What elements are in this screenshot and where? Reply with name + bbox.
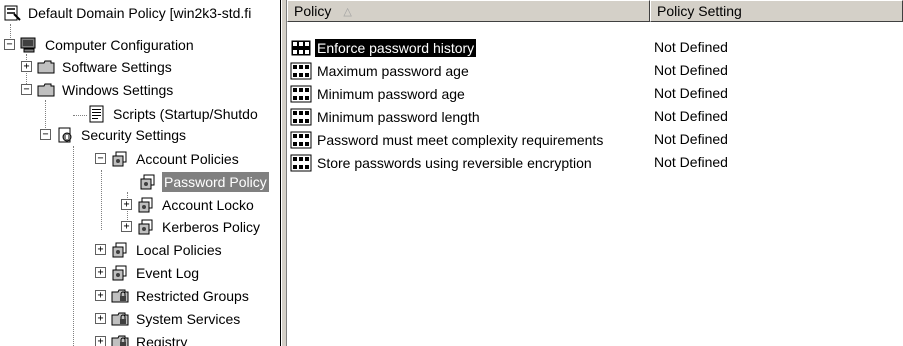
tree-item-local-policies[interactable]: + Local Policies [95,238,224,261]
list-row[interactable]: Password must meet complexity requiremen… [287,128,903,151]
sort-ascending-icon: △ [343,5,352,18]
policy-name: Maximum password age [317,62,469,79]
policy-setting-value: Not Defined [654,131,728,147]
tree-item-root[interactable]: Default Domain Policy [win2k3-std.fi [2,1,253,24]
tree-item-label: System Services [136,310,241,327]
policy-name: Password must meet complexity requiremen… [317,131,604,148]
computer-icon [20,37,36,52]
policy-setting-icon [290,62,312,79]
expand-icon[interactable]: + [95,336,106,346]
policy-setting-value: Not Defined [654,108,728,124]
lock-folder-icon [111,289,129,302]
tree-item-restricted-groups[interactable]: + Restricted Groups [95,284,251,307]
tree-item-label: Software Settings [62,58,172,75]
tree-item-label: Account Locko [162,196,254,213]
tree-item-label: Account Policies [136,150,239,167]
policy-name: Minimum password age [317,85,465,102]
lock-folder-icon [111,312,129,325]
tree-item-kerberos-policy[interactable]: + Kerberos Policy [121,215,262,238]
policy-setting-value: Not Defined [654,85,728,101]
policies-icon [138,219,153,234]
tree-item-system-services[interactable]: + System Services [95,307,242,330]
policy-root-icon [4,5,21,21]
tree-item-label: Default Domain Policy [win2k3-std.fi [28,4,252,21]
policy-setting-icon [290,154,312,171]
tree-item-label: Password Policy [162,171,269,192]
policy-setting-value: Not Defined [654,39,728,55]
tree-item-computer-configuration[interactable]: − Computer Configuration [4,33,196,56]
tree-item-windows-settings[interactable]: − Windows Settings [21,78,175,101]
column-header-label: Policy [294,3,332,19]
policy-setting-value: Not Defined [654,154,728,170]
policy-setting-icon [290,85,312,102]
tree-item-scripts[interactable]: Scripts (Startup/Shutdo [87,102,260,125]
list-row[interactable]: Minimum password age Not Defined [287,82,903,105]
collapse-icon[interactable]: − [4,39,15,50]
list-row[interactable]: Maximum password age Not Defined [287,59,903,82]
folder-icon [37,83,55,96]
tree-item-label: Restricted Groups [136,287,249,304]
policies-icon [140,174,155,189]
policies-icon [138,197,153,212]
tree-item-label: Computer Configuration [45,36,194,53]
tree-connector [73,146,74,346]
policy-setting-icon [290,131,312,148]
policy-setting-icon [290,39,312,56]
tree-item-label: Security Settings [81,126,187,143]
column-header-policy[interactable]: Policy △ [287,0,650,22]
lock-folder-icon [111,335,129,346]
expand-icon[interactable]: + [95,313,106,324]
console-tree[interactable]: Default Domain Policy [win2k3-std.fi − C… [0,0,281,346]
policies-icon [112,242,127,257]
policy-name: Store passwords using reversible encrypt… [317,154,592,171]
expand-icon[interactable]: + [121,221,132,232]
tree-item-label: Windows Settings [62,81,174,98]
tree-item-label: Scripts (Startup/Shutdo [113,105,258,122]
list-row[interactable]: Store passwords using reversible encrypt… [287,151,903,174]
policy-setting-icon [290,108,312,125]
policy-name: Enforce password history [315,38,477,57]
expand-icon[interactable]: + [121,199,132,210]
tree-item-label: Kerberos Policy [162,218,261,235]
tree-item-security-settings[interactable]: − Security Settings [40,123,188,146]
scripts-icon [89,105,104,122]
tree-item-label: Event Log [136,264,200,281]
folder-icon [37,60,55,73]
collapse-icon[interactable]: − [40,129,51,140]
tree-item-registry[interactable]: + Registry [95,330,189,346]
column-header-policy-setting[interactable]: Policy Setting [650,0,903,22]
policies-icon [112,265,127,280]
list-row[interactable]: Minimum password length Not Defined [287,105,903,128]
tree-item-event-log[interactable]: + Event Log [95,261,201,284]
policies-icon [112,151,127,166]
list-row[interactable]: Enforce password history Not Defined [287,36,903,59]
policy-list[interactable]: Policy △ Policy Setting Enforce password… [287,0,903,346]
expand-icon[interactable]: + [95,267,106,278]
policy-setting-value: Not Defined [654,62,728,78]
tree-connector [73,115,87,116]
tree-item-label: Registry [136,333,188,346]
tree-item-label: Local Policies [136,241,222,258]
collapse-icon[interactable]: − [95,153,106,164]
tree-item-account-policies[interactable]: − Account Policies [95,147,241,170]
collapse-icon[interactable]: − [21,84,32,95]
tree-item-password-policy[interactable]: Password Policy [138,170,269,193]
tree-item-account-lockout[interactable]: + Account Locko [121,193,256,216]
security-settings-icon [58,127,72,142]
column-header-label: Policy Setting [657,3,742,19]
expand-icon[interactable]: + [21,61,32,72]
tree-item-software-settings[interactable]: + Software Settings [21,55,174,78]
policy-name: Minimum password length [317,108,480,125]
tree-connector [101,170,102,230]
expand-icon[interactable]: + [95,244,106,255]
expand-icon[interactable]: + [95,290,106,301]
